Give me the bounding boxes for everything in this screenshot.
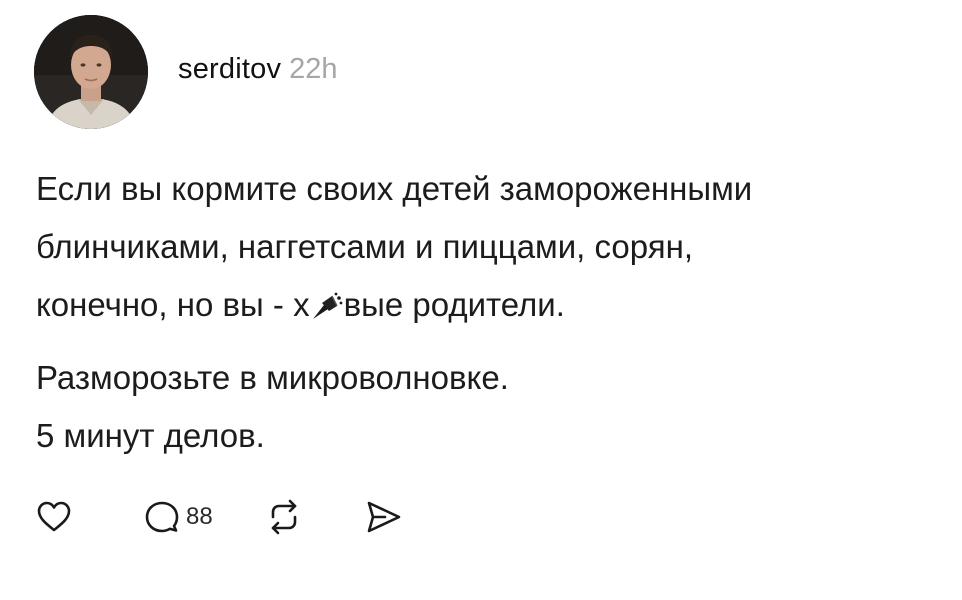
comment-count: 88 [186, 503, 213, 530]
share-button[interactable] [365, 499, 403, 535]
post-text-line: 5 минут делов. [36, 417, 265, 454]
username[interactable]: serditov [178, 53, 281, 85]
post-text-line: вые родители. [343, 286, 565, 323]
post-text-line: блинчиками, наггетсами и пиццами, сорян, [36, 228, 693, 265]
post-body: Если вы кормите своих детей замороженным… [36, 160, 936, 465]
censor-sticker-icon [312, 292, 342, 319]
post-text-line: Если вы кормите своих детей замороженным… [36, 170, 753, 207]
post-meta: serditov 22h [178, 52, 338, 85]
avatar[interactable] [34, 15, 148, 129]
post-timestamp: 22h [289, 52, 338, 85]
post-paragraph-1: Если вы кормите своих детей замороженным… [36, 160, 936, 334]
post-actions: 88 [36, 494, 403, 540]
comment-icon [145, 501, 179, 533]
post-card: serditov 22h Если вы кормите своих детей … [0, 0, 962, 600]
heart-icon [37, 501, 71, 532]
repost-icon [271, 499, 297, 535]
comment-button[interactable]: 88 [144, 499, 213, 535]
post-header: serditov 22h [34, 15, 338, 129]
post-paragraph-2: Разморозьте в микроволновке. 5 минут дел… [36, 349, 936, 465]
repost-button[interactable] [265, 499, 303, 535]
post-text-line: конечно, но вы - х [36, 286, 310, 323]
avatar-photo [34, 15, 148, 129]
like-button[interactable] [36, 500, 72, 534]
send-icon [367, 501, 401, 533]
post-text-line: Разморозьте в микроволновке. [36, 359, 509, 396]
